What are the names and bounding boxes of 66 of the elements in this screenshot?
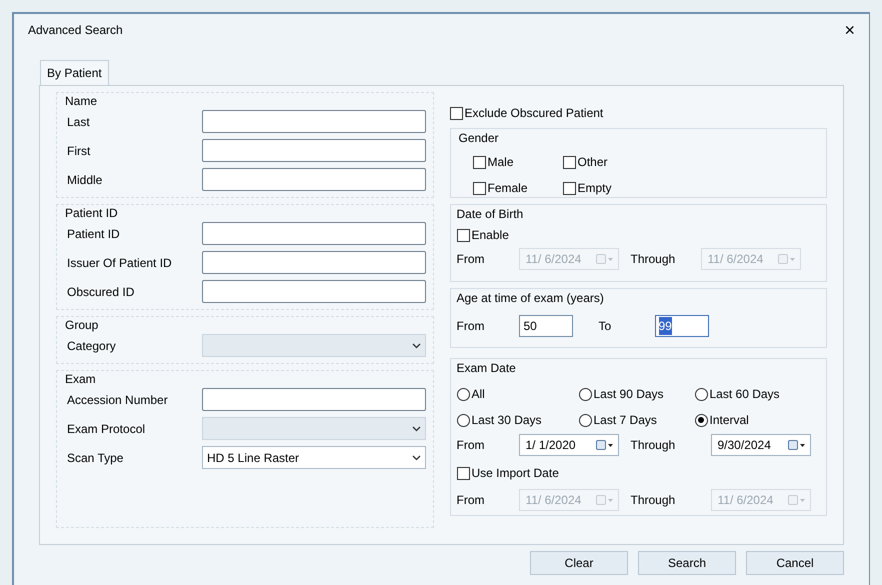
caret-icon bbox=[412, 426, 421, 432]
checkbox[interactable]: Female bbox=[472, 179, 562, 197]
input-field[interactable] bbox=[202, 222, 426, 245]
radio-button[interactable]: All bbox=[456, 385, 578, 403]
group-title: Name bbox=[64, 93, 98, 110]
field-label: From bbox=[456, 318, 486, 335]
dialog-button[interactable]: Clear bbox=[530, 551, 628, 575]
dropdown[interactable]: HD 5 Line Raster bbox=[202, 446, 426, 469]
input-field[interactable] bbox=[202, 110, 426, 133]
field-label: Category bbox=[67, 338, 117, 354]
tab[interactable]: By Patient bbox=[40, 60, 109, 85]
group-title: Date of Birth bbox=[456, 206, 524, 223]
group-title: Group bbox=[64, 317, 100, 334]
field-label: Through bbox=[630, 437, 676, 454]
field-label: To bbox=[598, 318, 612, 335]
calendar-icon bbox=[788, 440, 806, 450]
calendar-icon bbox=[596, 440, 614, 450]
field-label: Patient ID bbox=[67, 226, 121, 242]
field-label: From bbox=[456, 437, 486, 454]
checkbox[interactable]: Enable bbox=[456, 226, 820, 244]
group-title: Exam bbox=[64, 371, 97, 388]
dialog-button[interactable]: Search bbox=[638, 551, 736, 575]
input-field[interactable]: 99 bbox=[654, 315, 708, 337]
input-field[interactable]: 50 bbox=[518, 315, 572, 337]
group-title: Exam Date bbox=[456, 360, 517, 377]
field-label: Accession Number bbox=[67, 392, 169, 408]
field-label: From bbox=[456, 251, 486, 268]
checkbox[interactable]: Male bbox=[472, 153, 562, 171]
radio-button[interactable]: Last 90 Days bbox=[578, 385, 694, 403]
date-picker[interactable]: 1/ 1/2020 bbox=[518, 434, 618, 456]
field-label: Obscured ID bbox=[67, 284, 136, 300]
group-title: Age at time of exam (years) bbox=[456, 290, 605, 307]
field-label: Scan Type bbox=[67, 450, 124, 466]
radio-button[interactable]: Last 30 Days bbox=[456, 411, 578, 429]
checkbox[interactable]: Empty bbox=[562, 179, 652, 197]
window-title: Advanced Search bbox=[28, 22, 123, 39]
radio-button[interactable]: Last 7 Days bbox=[578, 411, 694, 429]
caret-icon bbox=[412, 342, 421, 348]
caret-icon bbox=[412, 454, 421, 460]
input-field[interactable] bbox=[202, 168, 426, 191]
field-label: Middle bbox=[67, 172, 104, 188]
calendar-icon bbox=[778, 254, 796, 264]
dialog-button[interactable]: Cancel bbox=[746, 551, 844, 575]
calendar-icon bbox=[788, 495, 806, 505]
radio-button[interactable]: Interval bbox=[694, 411, 814, 429]
field-label: Issuer Of Patient ID bbox=[67, 254, 173, 272]
date-picker[interactable]: 9/30/2024 bbox=[710, 434, 810, 456]
checkbox[interactable]: Other bbox=[562, 153, 652, 171]
calendar-icon bbox=[596, 495, 614, 505]
input-field[interactable] bbox=[202, 388, 426, 411]
radio-button[interactable]: Last 60 Days bbox=[694, 385, 814, 403]
checkbox[interactable]: Exclude Obscured Patient bbox=[450, 104, 827, 122]
checkbox[interactable]: Use Import Date bbox=[456, 464, 820, 482]
field-label: From bbox=[456, 492, 486, 509]
field-label: Exam Protocol bbox=[67, 420, 146, 438]
field-label: Last bbox=[67, 114, 91, 130]
input-field[interactable] bbox=[202, 251, 426, 274]
field-label: Through bbox=[630, 251, 676, 268]
field-label: First bbox=[67, 142, 92, 160]
field-label: Through bbox=[630, 492, 676, 509]
close-button[interactable]: × bbox=[844, 21, 855, 39]
calendar-icon bbox=[596, 254, 614, 264]
input-field[interactable] bbox=[202, 280, 426, 303]
group-title: Gender bbox=[458, 130, 500, 147]
input-field[interactable] bbox=[202, 139, 426, 162]
group-title: Patient ID bbox=[64, 205, 119, 222]
